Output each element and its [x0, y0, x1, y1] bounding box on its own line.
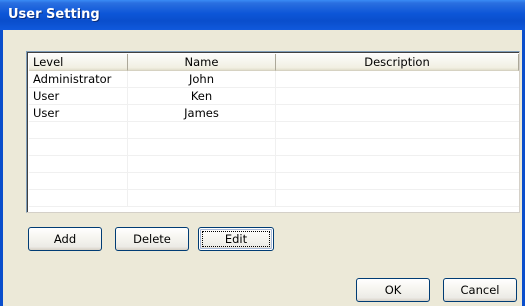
edit-button[interactable]: Edit [198, 227, 274, 251]
user-list[interactable]: Level Name Description Administrator Joh… [26, 51, 520, 213]
list-body: Administrator John User Ken User James [29, 71, 519, 211]
user-setting-dialog: User Setting Level Name Description Admi… [0, 0, 525, 306]
cell-level [29, 139, 128, 155]
title-bar[interactable]: User Setting [0, 0, 525, 30]
cell-description [276, 156, 519, 172]
cell-description [276, 139, 519, 155]
column-header-name[interactable]: Name [128, 54, 276, 71]
cell-level: User [29, 105, 128, 121]
cell-name: Ken [128, 88, 276, 104]
cell-level [29, 190, 128, 206]
table-row [29, 122, 519, 139]
add-button-label: Add [53, 232, 77, 246]
cell-level [29, 156, 128, 172]
cell-name [128, 156, 276, 172]
cell-description [276, 173, 519, 189]
window-title: User Setting [8, 7, 100, 22]
cell-name: James [128, 105, 276, 121]
cell-description [276, 105, 519, 121]
table-row [29, 173, 519, 190]
cell-description [276, 122, 519, 138]
table-row[interactable]: User Ken [29, 88, 519, 105]
table-row[interactable]: User James [29, 105, 519, 122]
ok-button-label: OK [384, 283, 402, 297]
cell-name [128, 173, 276, 189]
list-header: Level Name Description [29, 54, 519, 71]
cell-level [29, 122, 128, 138]
cell-level: User [29, 88, 128, 104]
cell-name: John [128, 71, 276, 87]
table-row [29, 190, 519, 207]
cell-description [276, 190, 519, 206]
cell-description [276, 88, 519, 104]
delete-button[interactable]: Delete [115, 227, 189, 251]
cell-name [128, 122, 276, 138]
cell-level: Administrator [29, 71, 128, 87]
cancel-button[interactable]: Cancel [443, 278, 517, 302]
add-button[interactable]: Add [28, 227, 102, 251]
cell-description [276, 71, 519, 87]
cancel-button-label: Cancel [460, 283, 500, 297]
cell-name [128, 139, 276, 155]
table-row[interactable]: Administrator John [29, 71, 519, 88]
column-header-level[interactable]: Level [29, 54, 128, 71]
window-frame-left [0, 30, 3, 306]
table-row [29, 156, 519, 173]
ok-button[interactable]: OK [356, 278, 430, 302]
cell-level [29, 173, 128, 189]
edit-button-label: Edit [224, 232, 248, 246]
table-row [29, 139, 519, 156]
delete-button-label: Delete [133, 232, 171, 246]
cell-name [128, 190, 276, 206]
column-header-description[interactable]: Description [276, 54, 519, 71]
